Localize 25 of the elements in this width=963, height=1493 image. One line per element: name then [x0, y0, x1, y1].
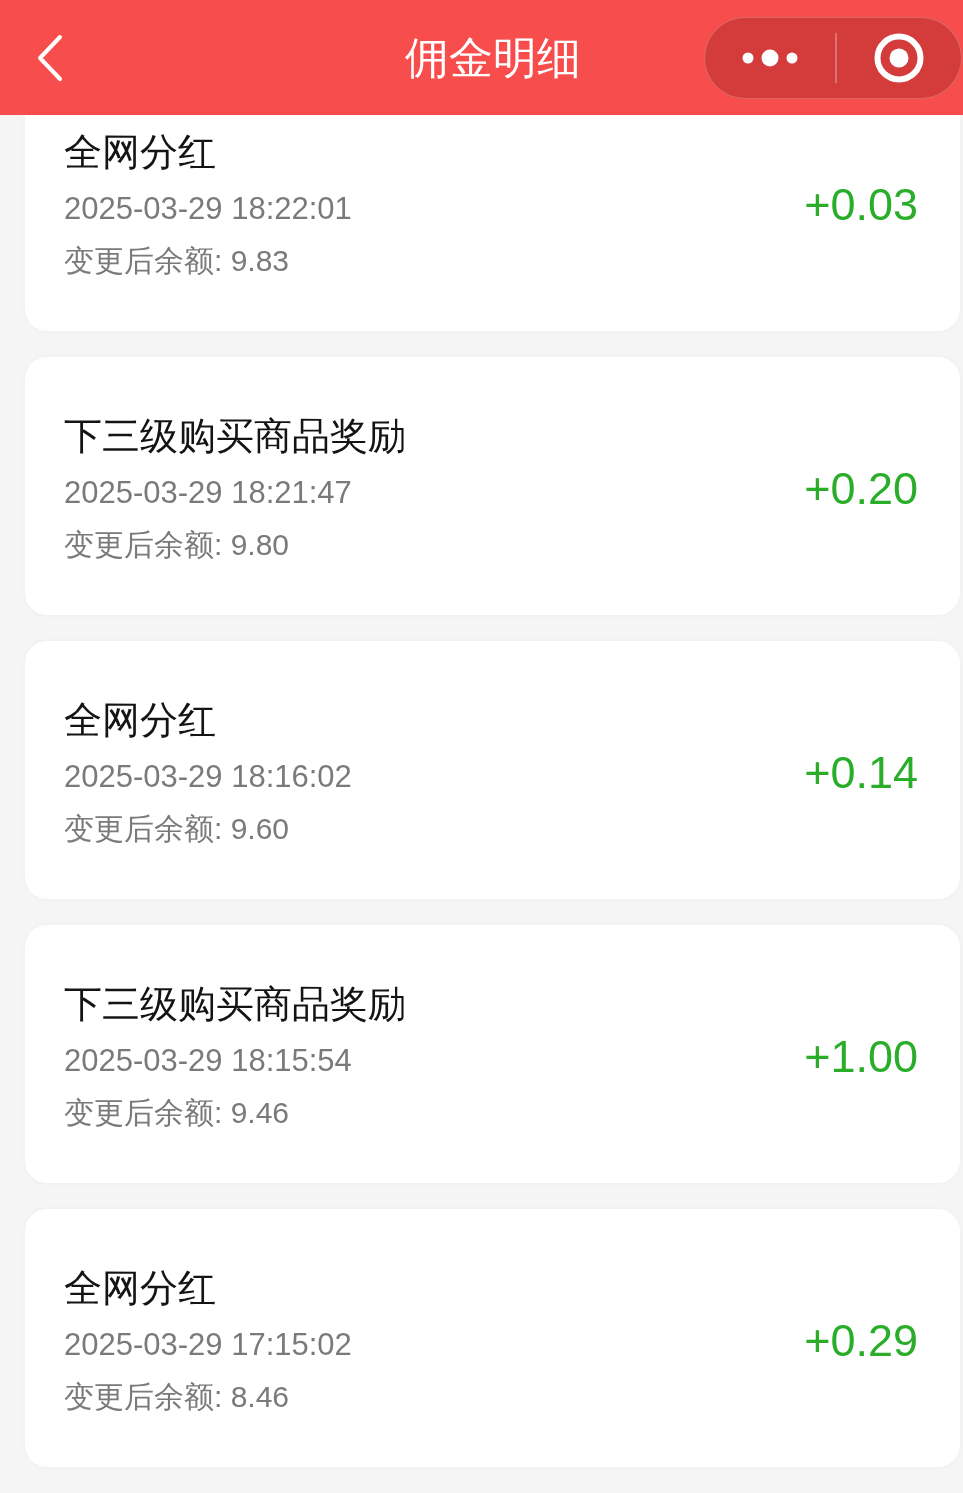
- balance-text: 变更后余额: 9.46: [64, 1095, 290, 1131]
- chevron-left-icon: [36, 33, 64, 82]
- record-time: 2025-03-29 18:16:02: [64, 758, 352, 796]
- balance-text: 变更后余额: 9.60: [64, 811, 290, 847]
- record-title: 下三级购买商品奖励: [64, 982, 406, 1027]
- balance-text: 变更后余额: 9.80: [64, 527, 290, 563]
- record-time: 2025-03-29 18:15:54: [64, 1042, 352, 1080]
- amount-text: +1.00: [804, 1030, 918, 1084]
- amount-text: +0.29: [804, 1314, 918, 1368]
- more-icon: [742, 48, 798, 67]
- page-title: 佣金明细: [404, 31, 581, 84]
- balance-text: 变更后余额: 9.83: [64, 243, 290, 279]
- record-time: 2025-03-29 17:15:02: [64, 1326, 352, 1364]
- record-title: 全网分红: [64, 1266, 216, 1311]
- amount-text: +0.14: [804, 746, 918, 800]
- record-time: 2025-03-29 18:21:47: [64, 474, 352, 512]
- circle-dot-icon: [873, 32, 924, 83]
- record-title: 下三级购买商品奖励: [64, 414, 406, 459]
- record-title: 全网分红: [64, 130, 216, 175]
- back-button[interactable]: [36, 33, 64, 82]
- record-title: 全网分红: [64, 698, 216, 743]
- record-time: 2025-03-29 18:22:01: [64, 190, 352, 228]
- amount-text: +0.20: [804, 462, 918, 516]
- balance-text: 变更后余额: 8.46: [64, 1379, 290, 1415]
- amount-text: +0.03: [804, 178, 918, 232]
